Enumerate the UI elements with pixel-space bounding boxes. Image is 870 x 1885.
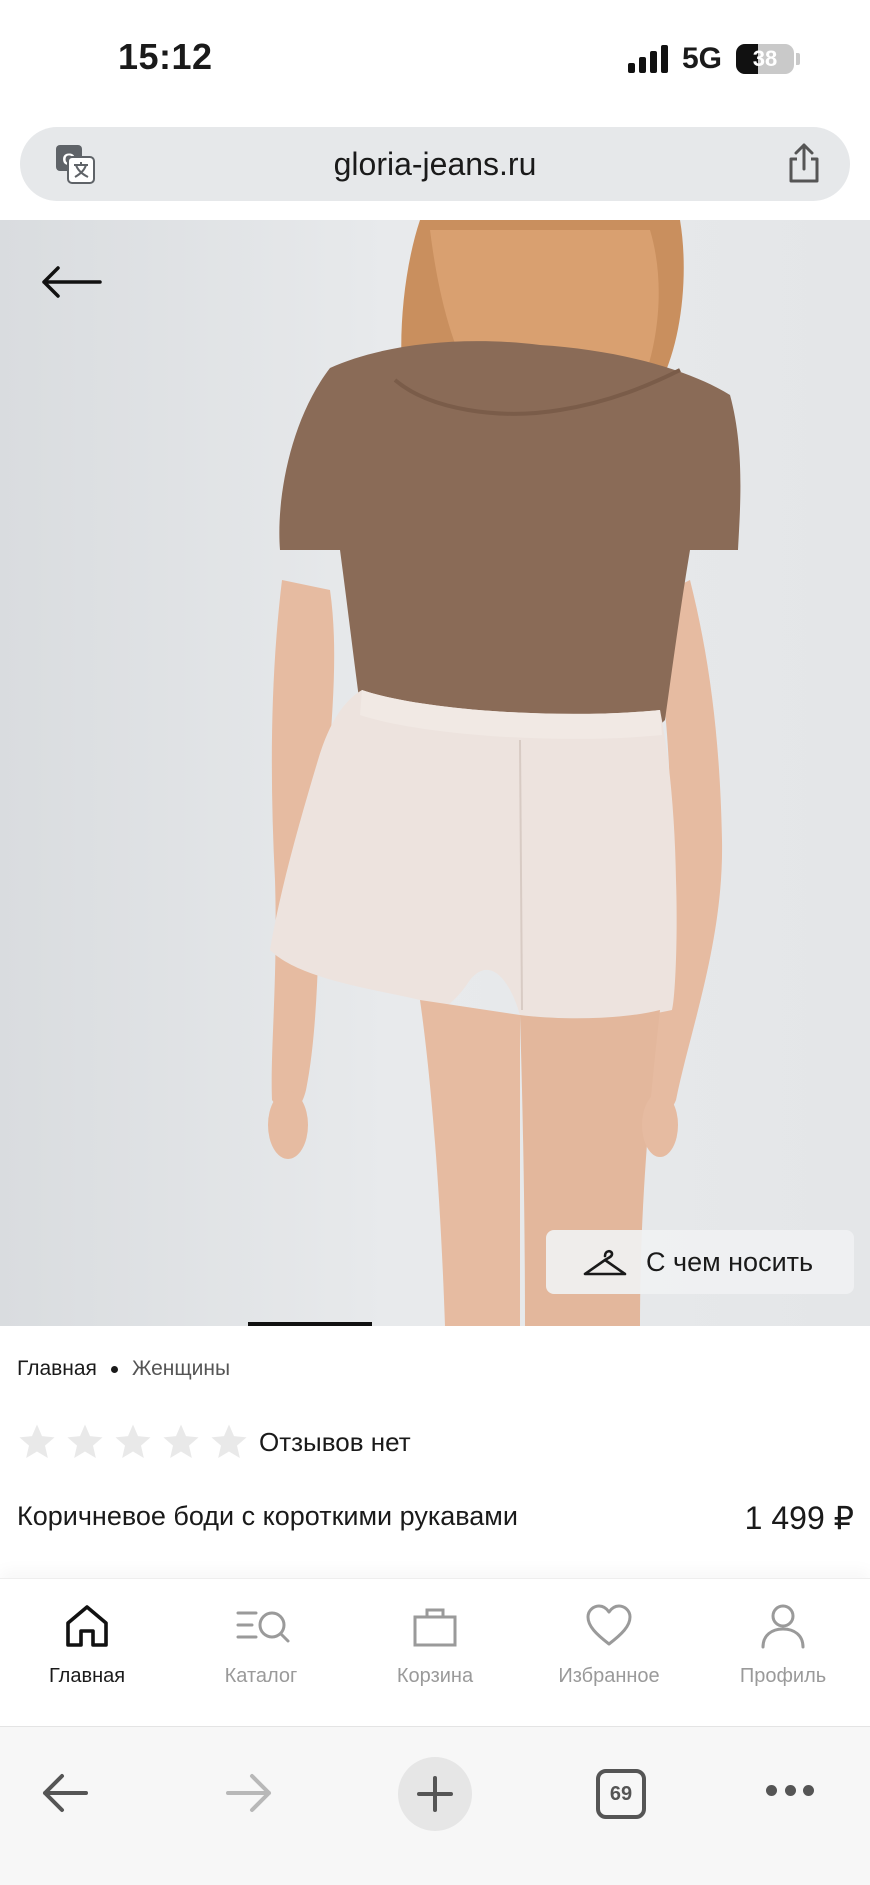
breadcrumb: Главная Женщины (17, 1357, 230, 1381)
address-bar[interactable]: G gloria-jeans.ru (20, 127, 850, 201)
browser-forward-icon[interactable] (224, 1771, 274, 1815)
translate-icon[interactable]: G (54, 143, 96, 185)
product-photo[interactable]: С чем носить (0, 220, 870, 1326)
rating-row[interactable]: Отзывов нет (17, 1422, 411, 1462)
nav-favorites-label: Избранное (558, 1665, 660, 1687)
breadcrumb-women[interactable]: Женщины (132, 1357, 230, 1381)
nav-cart[interactable]: Корзина (348, 1579, 522, 1726)
star-icon (163, 1424, 199, 1458)
star-icon (19, 1424, 55, 1458)
home-icon (66, 1605, 108, 1647)
status-bar: 15:12 5G 38 (0, 0, 870, 118)
nav-home[interactable]: Главная (0, 1579, 174, 1726)
bag-icon (413, 1608, 457, 1647)
plus-icon (417, 1776, 453, 1812)
nav-catalog-label: Каталог (224, 1665, 298, 1687)
star-icon (211, 1424, 247, 1458)
tabs-button[interactable]: 69 (596, 1769, 646, 1819)
hanger-icon (583, 1249, 627, 1276)
product-title: Коричневое боди с короткими рукавами (17, 1501, 518, 1531)
rating-stars (17, 1422, 249, 1462)
model-illustration (268, 220, 741, 1326)
what-to-wear-label: С чем носить (646, 1246, 814, 1277)
back-arrow-icon[interactable] (40, 264, 102, 300)
status-indicators: 5G 38 (627, 42, 800, 76)
breadcrumb-home[interactable]: Главная (17, 1357, 97, 1381)
browser-back-icon[interactable] (40, 1771, 90, 1815)
nav-profile[interactable]: Профиль (696, 1579, 870, 1726)
browser-toolbar: 69 (0, 1726, 870, 1885)
app-bottom-nav: Главная Каталог Корзина Избранное Профил… (0, 1578, 870, 1726)
nav-profile-label: Профиль (739, 1665, 827, 1687)
status-time: 15:12 (118, 36, 213, 77)
product-price: 1 499 ₽ (744, 1500, 854, 1536)
heart-icon (586, 1604, 632, 1646)
signal-icon (627, 45, 668, 73)
star-icon (115, 1424, 151, 1458)
user-icon (761, 1604, 805, 1649)
url-text[interactable]: gloria-jeans.ru (334, 146, 537, 183)
more-options-icon[interactable] (766, 1785, 814, 1799)
nav-home-label: Главная (48, 1665, 126, 1687)
gallery-slide-indicator (248, 1322, 372, 1326)
nav-cart-label: Корзина (396, 1665, 474, 1687)
reviews-count-label[interactable]: Отзывов нет (259, 1427, 411, 1458)
battery-level: 38 (752, 46, 778, 71)
nav-catalog[interactable]: Каталог (174, 1579, 348, 1726)
catalog-search-icon (236, 1611, 290, 1643)
new-tab-button[interactable] (398, 1757, 472, 1831)
network-type: 5G (681, 42, 722, 75)
battery-cap (796, 53, 800, 65)
battery-icon: 38 (736, 44, 794, 74)
nav-favorites[interactable]: Избранное (522, 1579, 696, 1726)
star-icon (67, 1424, 103, 1458)
breadcrumb-separator (110, 1365, 118, 1373)
what-to-wear-button[interactable]: С чем носить (546, 1230, 854, 1294)
share-icon[interactable] (784, 141, 824, 185)
